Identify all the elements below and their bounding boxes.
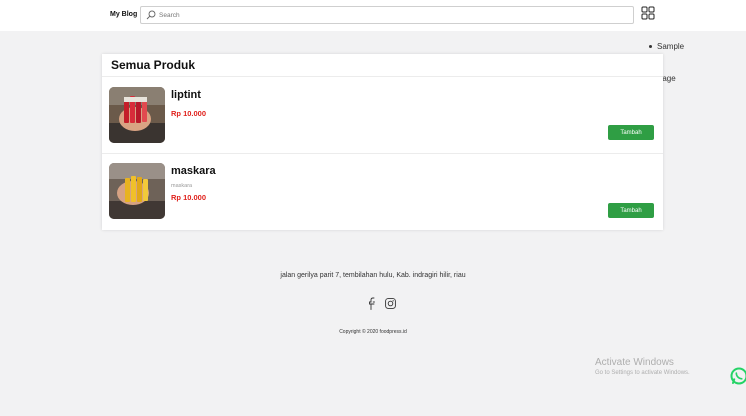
footer-address: jalan gerilya parit 7, tembilahan hulu, … xyxy=(280,272,466,279)
copyright: Copyright © 2020 foodpress.id xyxy=(339,329,407,335)
whatsapp-icon[interactable] xyxy=(730,367,746,385)
search-box[interactable] xyxy=(140,6,634,24)
side-menu-label: Sample xyxy=(657,42,685,51)
product-name[interactable]: liptint xyxy=(171,89,201,101)
product-name[interactable]: maskara xyxy=(171,165,216,177)
top-navbar: My Blog xyxy=(0,0,746,31)
watermark-subtitle: Go to Settings to activate Windows. xyxy=(595,370,690,376)
product-image[interactable] xyxy=(109,163,165,219)
activation-watermark: Activate Windows Go to Settings to activ… xyxy=(595,357,690,376)
instagram-icon[interactable] xyxy=(385,298,396,309)
facebook-icon[interactable] xyxy=(368,297,377,310)
product-image[interactable] xyxy=(109,87,165,143)
brand-logo[interactable]: My Blog xyxy=(110,11,137,18)
divider xyxy=(102,153,663,154)
search-input[interactable] xyxy=(159,9,619,21)
page-title: Semua Produk xyxy=(111,58,196,72)
watermark-title: Activate Windows xyxy=(595,357,674,368)
search-icon xyxy=(146,10,156,20)
product-price: Rp 10.000 xyxy=(171,193,207,202)
add-to-cart-button[interactable]: Tambah xyxy=(608,125,654,140)
divider xyxy=(102,76,663,77)
bullet-icon xyxy=(649,45,652,49)
grid-menu-icon[interactable] xyxy=(641,6,655,20)
add-to-cart-button[interactable]: Tambah xyxy=(608,203,654,218)
product-description: maskara xyxy=(171,183,193,189)
social-links xyxy=(368,297,398,311)
side-menu-item-sample[interactable]: Sample xyxy=(649,42,684,51)
products-card: Semua Produk liptint Rp 10.000 Tambah ma… xyxy=(102,54,663,230)
product-price: Rp 10.000 xyxy=(171,109,207,118)
